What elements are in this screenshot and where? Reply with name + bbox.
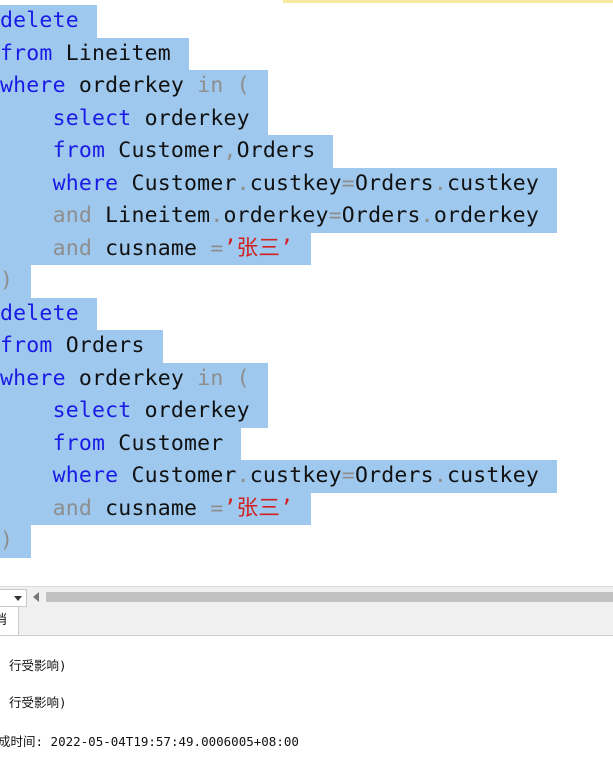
operator-token: = bbox=[341, 463, 355, 488]
identifier-token: cusname bbox=[92, 235, 211, 261]
operator-token: . bbox=[236, 170, 250, 196]
identifier-token: Customer bbox=[118, 170, 237, 196]
messages-pane: 行受影响) 行受影响) 成时间: 2022-05-04T19:57:49.000… bbox=[0, 636, 613, 763]
keyword-token: select bbox=[52, 105, 132, 131]
code-line[interactable]: select orderkey bbox=[0, 395, 268, 428]
scroll-left-arrow-icon[interactable] bbox=[33, 592, 39, 602]
keyword-token: from bbox=[0, 40, 53, 66]
operator-token: , bbox=[223, 138, 237, 163]
identifier-token: custkey bbox=[446, 170, 539, 196]
identifier-token: Customer bbox=[105, 138, 224, 163]
code-line[interactable]: where Customer.custkey=Orders.custkey bbox=[0, 167, 557, 200]
identifier-token bbox=[0, 106, 53, 131]
identifier-token: custkey bbox=[249, 170, 342, 196]
scrollbar-thumb[interactable] bbox=[46, 592, 613, 602]
operator-token: ( bbox=[223, 365, 250, 391]
keyword-token: where bbox=[0, 365, 66, 391]
editor-tab-indicator bbox=[283, 0, 613, 3]
identifier-token: orderkey bbox=[433, 203, 539, 228]
code-line[interactable]: and cusname =’张三’ bbox=[0, 492, 312, 525]
keyword-token: from bbox=[0, 333, 53, 358]
horizontal-scrollbar[interactable] bbox=[0, 586, 613, 607]
code-line[interactable]: and Lineitem.orderkey=Orders.orderkey bbox=[0, 200, 557, 233]
identifier-token bbox=[0, 463, 53, 488]
code-line[interactable]: delete bbox=[0, 297, 97, 330]
results-tab-strip: 消息 bbox=[0, 607, 613, 636]
keyword-token: select bbox=[52, 398, 132, 423]
identifier-token: cusname bbox=[92, 495, 211, 521]
code-line[interactable]: from Orders bbox=[0, 330, 163, 363]
identifier-token: Customer bbox=[105, 430, 224, 456]
identifier-token: Orders bbox=[354, 463, 434, 488]
operator-token: in bbox=[197, 365, 224, 391]
chevron-down-icon bbox=[14, 596, 22, 601]
operator-token: ( bbox=[223, 73, 250, 98]
code-line[interactable]: select orderkey bbox=[0, 102, 268, 135]
keyword-token: where bbox=[52, 170, 119, 196]
code-line[interactable]: from Customer,Orders bbox=[0, 135, 334, 168]
identifier-token bbox=[0, 496, 53, 521]
keyword-token: from bbox=[52, 138, 106, 163]
operator-token: ) bbox=[0, 268, 14, 293]
operator-token: in bbox=[197, 73, 224, 98]
code-line[interactable]: ) bbox=[0, 265, 32, 298]
code-line[interactable]: ) bbox=[0, 525, 32, 558]
operator-token: . bbox=[433, 463, 447, 488]
operator-token: and bbox=[52, 235, 93, 261]
code-line[interactable]: where orderkey in ( bbox=[0, 70, 268, 103]
operator-token: = bbox=[328, 203, 342, 228]
operator-token: and bbox=[52, 495, 93, 521]
operator-token: . bbox=[236, 463, 250, 488]
identifier-token: Orders bbox=[236, 138, 316, 163]
message-line-3: 成时间: 2022-05-04T19:57:49.0006005+08:00 bbox=[0, 734, 299, 749]
tab-messages[interactable]: 消息 bbox=[0, 607, 19, 635]
code-line[interactable]: from Lineitem bbox=[0, 37, 189, 70]
keyword-token: where bbox=[52, 463, 119, 488]
operator-token: = bbox=[210, 495, 224, 521]
string-token: ’张三’ bbox=[223, 235, 294, 261]
operator-token: . bbox=[433, 170, 447, 196]
keyword-token: delete bbox=[0, 300, 79, 326]
identifier-token: Orders bbox=[341, 203, 421, 228]
operator-token: and bbox=[52, 203, 93, 228]
keyword-token: delete bbox=[0, 8, 79, 33]
identifier-token: Customer bbox=[118, 463, 237, 488]
identifier-token: orderkey bbox=[223, 203, 329, 228]
operator-token: ) bbox=[0, 528, 14, 553]
message-line-1: 行受影响) bbox=[9, 658, 67, 673]
string-token: ’张三’ bbox=[223, 495, 294, 521]
identifier-token: orderkey bbox=[65, 73, 198, 98]
identifier-token bbox=[0, 398, 53, 423]
identifier-token: orderkey bbox=[65, 365, 198, 391]
code-line[interactable]: where orderkey in ( bbox=[0, 362, 268, 395]
operator-token: . bbox=[420, 203, 434, 228]
identifier-token: Lineitem bbox=[52, 40, 171, 66]
tab-messages-label: 消息 bbox=[0, 607, 18, 635]
identifier-token bbox=[0, 236, 53, 261]
operator-token: = bbox=[210, 235, 224, 261]
identifier-token: orderkey bbox=[131, 398, 250, 423]
identifier-token: orderkey bbox=[131, 105, 250, 131]
identifier-token: custkey bbox=[249, 463, 342, 488]
keyword-token: where bbox=[0, 73, 66, 98]
keyword-token: from bbox=[52, 430, 106, 456]
operator-token: . bbox=[210, 203, 224, 228]
zoom-dropdown[interactable] bbox=[0, 589, 27, 607]
identifier-token: Orders bbox=[52, 333, 145, 358]
identifier-token: custkey bbox=[446, 463, 539, 488]
top-strip bbox=[0, 0, 613, 3]
code-line[interactable]: from Customer bbox=[0, 427, 242, 460]
sql-editor[interactable]: delete from Lineitem where orderkey in ( s… bbox=[0, 5, 613, 583]
message-line-2: 行受影响) bbox=[9, 695, 67, 710]
identifier-token bbox=[0, 171, 53, 196]
code-line[interactable]: delete bbox=[0, 5, 97, 38]
code-line[interactable]: and cusname =’张三’ bbox=[0, 232, 312, 265]
operator-token: = bbox=[341, 170, 355, 196]
code-line[interactable]: where Customer.custkey=Orders.custkey bbox=[0, 460, 557, 493]
identifier-token bbox=[0, 203, 53, 228]
identifier-token: Orders bbox=[354, 170, 434, 196]
identifier-token bbox=[0, 138, 53, 163]
identifier-token: Lineitem bbox=[92, 203, 211, 228]
identifier-token bbox=[0, 431, 53, 456]
